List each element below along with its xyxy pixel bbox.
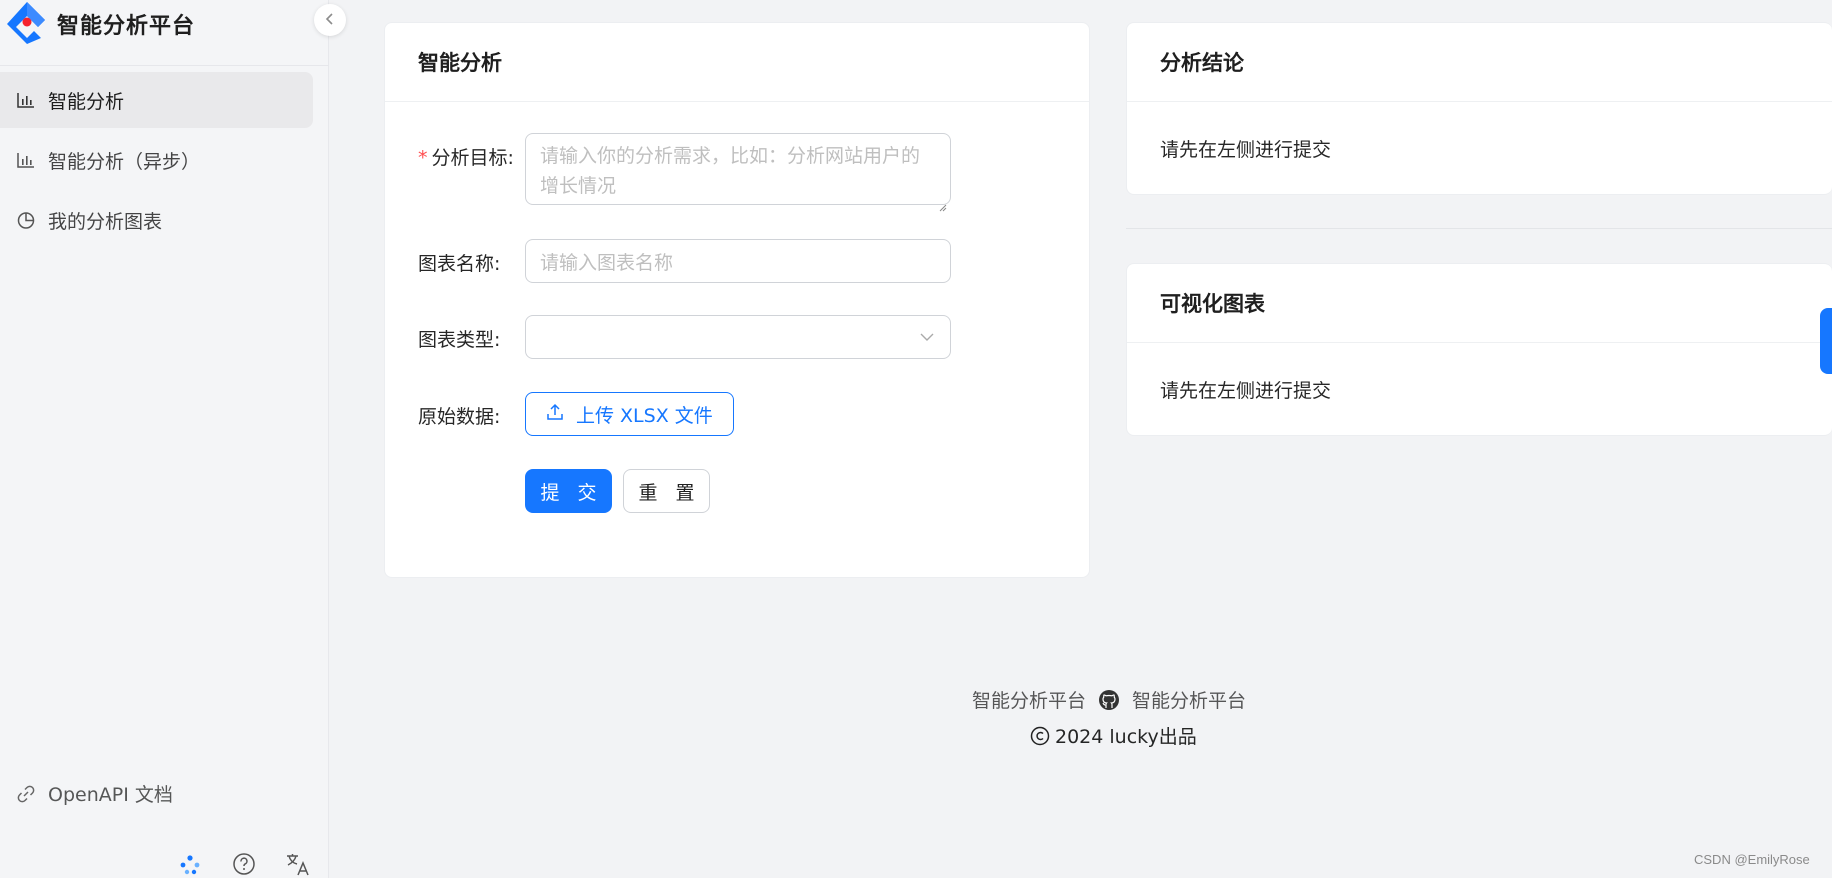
result-placeholder-text: 请先在左侧进行提交 <box>1160 139 1332 161</box>
sidebar-item-smart-analysis[interactable]: 智能分析 <box>0 72 313 128</box>
github-icon[interactable] <box>1098 689 1120 711</box>
sidebar-item-label: 智能分析 <box>48 90 125 113</box>
bar-chart-icon <box>16 90 36 110</box>
floating-side-tab[interactable] <box>1820 308 1832 374</box>
openapi-label: OpenAPI 文档 <box>48 784 173 806</box>
form-row-raw-data: 原始数据: 上传 XLSX 文件 <box>418 392 734 436</box>
visual-chart-card: 可视化图表 请先在左侧进行提交 <box>1126 263 1832 436</box>
app-root: 智能分析平台 智能分析 智能分析（异步） 我的分析图表 OpenAPI 文档 智… <box>0 0 1832 878</box>
copyright-text: 2024 lucky出品 <box>1055 726 1197 748</box>
copyright-icon <box>1030 726 1050 746</box>
card-title: 可视化图表 <box>1127 264 1832 343</box>
submit-button[interactable]: 提 交 <box>525 469 612 513</box>
upload-icon <box>546 403 564 426</box>
cluster-icon[interactable] <box>176 850 204 878</box>
collapse-sidebar-button[interactable] <box>314 4 346 36</box>
link-icon <box>16 784 36 804</box>
watermark: CSDN @EmilyRose <box>1694 852 1810 867</box>
sidebar-item-my-charts[interactable]: 我的分析图表 <box>0 192 313 248</box>
chart-type-label: 图表类型: <box>418 329 501 351</box>
logo-bar[interactable]: 智能分析平台 <box>0 0 329 66</box>
form-row-chart-type: 图表类型: <box>418 315 951 359</box>
goal-placeholder: 请输入你的分析需求，比如：分析网站用户的增长情况 <box>540 145 921 197</box>
goal-label: * 分析目标: <box>418 147 514 169</box>
footer-copyright: 2024 lucky出品 <box>1030 722 1197 749</box>
form-row-goal: * 分析目标: 请输入你的分析需求，比如：分析网站用户的增长情况 <box>418 133 951 212</box>
footer-link-platform[interactable]: 智能分析平台 <box>972 686 1086 713</box>
openapi-docs-link[interactable]: OpenAPI 文档 <box>16 780 173 807</box>
chart-placeholder-text: 请先在左侧进行提交 <box>1160 380 1332 402</box>
sidebar-item-label: 我的分析图表 <box>48 210 163 233</box>
chart-type-select[interactable] <box>525 315 951 359</box>
card-title: 智能分析 <box>385 23 1089 102</box>
chevron-left-icon <box>323 11 337 30</box>
sidebar-menu: 智能分析 智能分析（异步） 我的分析图表 <box>0 70 329 252</box>
reset-button[interactable]: 重 置 <box>623 469 710 513</box>
question-icon[interactable] <box>230 850 258 878</box>
sidebar: 智能分析平台 智能分析 智能分析（异步） 我的分析图表 OpenAPI 文档 <box>0 0 346 878</box>
logo-icon <box>4 0 50 46</box>
pie-chart-icon <box>16 210 36 230</box>
form-actions: 提 交 重 置 <box>525 469 710 513</box>
sidebar-item-smart-analysis-async[interactable]: 智能分析（异步） <box>0 132 313 188</box>
sidebar-item-label: 智能分析（异步） <box>48 150 201 173</box>
bar-chart-icon <box>16 150 36 170</box>
divider <box>1126 228 1832 229</box>
analysis-result-card: 分析结论 请先在左侧进行提交 <box>1126 22 1832 195</box>
chart-name-placeholder: 请输入图表名称 <box>540 251 674 274</box>
chevron-down-icon <box>918 328 936 346</box>
upload-xlsx-button[interactable]: 上传 XLSX 文件 <box>525 392 734 436</box>
sidebar-bottom-actions <box>176 850 312 878</box>
translate-icon[interactable] <box>284 850 312 878</box>
form-row-chart-name: 图表名称: 请输入图表名称 <box>418 239 951 283</box>
footer-link-platform-github[interactable]: 智能分析平台 <box>1132 686 1246 713</box>
upload-label: 上传 XLSX 文件 <box>576 404 713 427</box>
chart-name-input[interactable]: 请输入图表名称 <box>525 239 951 283</box>
resize-handle-icon[interactable] <box>937 191 947 212</box>
footer-links: 智能分析平台 智能分析平台 <box>972 686 1246 713</box>
analysis-form-card: 智能分析 * 分析目标: 请输入你的分析需求，比如：分析网站用户的增长情况 图表名… <box>384 22 1090 578</box>
chart-name-label: 图表名称: <box>418 253 501 275</box>
raw-data-label: 原始数据: <box>418 406 501 428</box>
app-title: 智能分析平台 <box>57 14 196 39</box>
card-title: 分析结论 <box>1127 23 1832 102</box>
required-mark: * <box>418 147 428 169</box>
goal-textarea[interactable]: 请输入你的分析需求，比如：分析网站用户的增长情况 <box>525 133 951 212</box>
